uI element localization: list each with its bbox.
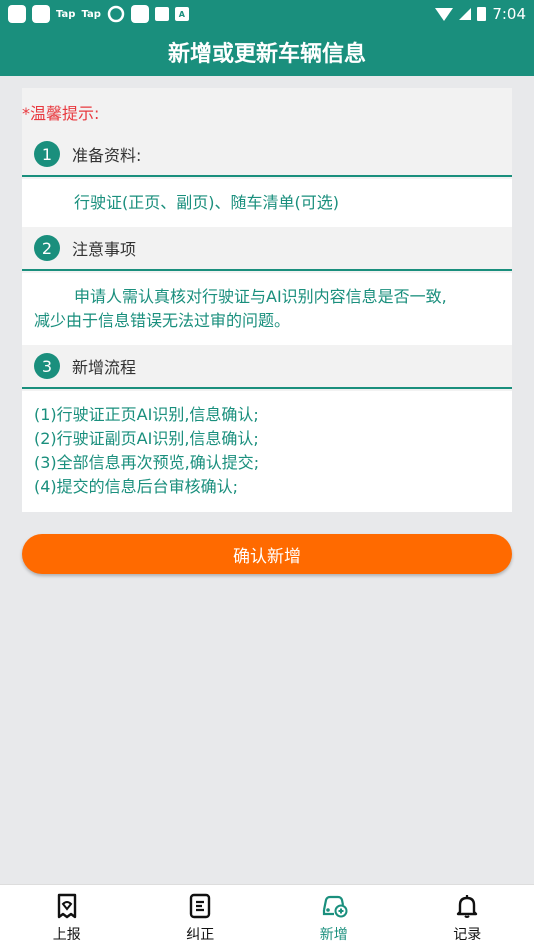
section-header-process: 3 新增流程 bbox=[22, 345, 512, 389]
section-header-prepare: 1 准备资料: bbox=[22, 133, 512, 177]
step-number: 2 bbox=[34, 235, 60, 261]
tab-add[interactable]: 新增 bbox=[267, 885, 401, 950]
app-bar: 新增或更新车辆信息 bbox=[0, 28, 534, 76]
tips-card: *温馨提示: 1 准备资料: 行驶证(正页、副页)、随车清单(可选) 2 注意事… bbox=[22, 88, 512, 512]
notification-app-icon bbox=[32, 5, 50, 23]
section-line: 减少由于信息错误无法过审的问题。 bbox=[34, 311, 291, 330]
notification-app-icon bbox=[130, 5, 149, 23]
vehicle-add-icon bbox=[322, 895, 348, 917]
clock: 7:04 bbox=[492, 5, 526, 23]
confirm-add-button[interactable]: 确认新增 bbox=[22, 534, 512, 574]
section-line: (3)全部信息再次预览,确认提交; bbox=[34, 453, 260, 472]
page-title: 新增或更新车辆信息 bbox=[167, 42, 366, 67]
bell-icon bbox=[457, 894, 478, 918]
section-line: 申请人需认真核对行驶证与AI识别内容信息是否一致, bbox=[74, 287, 447, 306]
bottom-tab-bar: 上报 纠正 新增 记录 bbox=[0, 884, 534, 950]
message-icon bbox=[154, 7, 169, 21]
section-body-process: (1)行驶证正页AI识别,信息确认; (2)行驶证副页AI识别,信息确认; (3… bbox=[22, 391, 512, 512]
tab-label: 记录 bbox=[453, 926, 482, 943]
section-line: (1)行驶证正页AI识别,信息确认; bbox=[34, 405, 259, 424]
notification-app-icon bbox=[8, 5, 26, 23]
tab-label: 新增 bbox=[319, 926, 348, 943]
section-title: 注意事项 bbox=[72, 240, 137, 259]
tab-records[interactable]: 记录 bbox=[401, 885, 534, 950]
tip-label: *温馨提示: bbox=[22, 104, 100, 123]
signal-icon bbox=[459, 8, 472, 20]
step-number: 1 bbox=[34, 141, 60, 167]
tab-report[interactable]: 上报 bbox=[0, 885, 134, 950]
section-line: (4)提交的信息后台审核确认; bbox=[34, 477, 239, 496]
section-title: 准备资料: bbox=[72, 146, 142, 165]
wifi-icon bbox=[435, 7, 454, 21]
taptap-icon: Tap bbox=[56, 8, 76, 20]
section-body-prepare: 行驶证(正页、副页)、随车清单(可选) bbox=[22, 179, 512, 227]
step-number: 3 bbox=[34, 353, 60, 379]
tab-label: 上报 bbox=[52, 926, 81, 943]
tab-correct[interactable]: 纠正 bbox=[134, 885, 268, 950]
sync-icon bbox=[107, 5, 125, 23]
correct-icon bbox=[190, 893, 211, 918]
tab-label: 纠正 bbox=[186, 926, 215, 943]
section-line: (2)行驶证副页AI识别,信息确认; bbox=[34, 429, 259, 448]
section-header-notice: 2 注意事项 bbox=[22, 227, 512, 271]
status-bar: Tap Tap A 7:04 bbox=[0, 0, 534, 28]
a-badge-icon: A bbox=[174, 7, 189, 21]
section-body-notice: 申请人需认真核对行驶证与AI识别内容信息是否一致, 减少由于信息错误无法过审的问… bbox=[22, 273, 512, 345]
battery-icon bbox=[477, 7, 487, 21]
section-title: 新增流程 bbox=[72, 358, 137, 377]
report-icon bbox=[57, 893, 76, 918]
taptap-icon: Tap bbox=[81, 8, 101, 20]
section-line: 行驶证(正页、副页)、随车清单(可选) bbox=[74, 193, 339, 212]
